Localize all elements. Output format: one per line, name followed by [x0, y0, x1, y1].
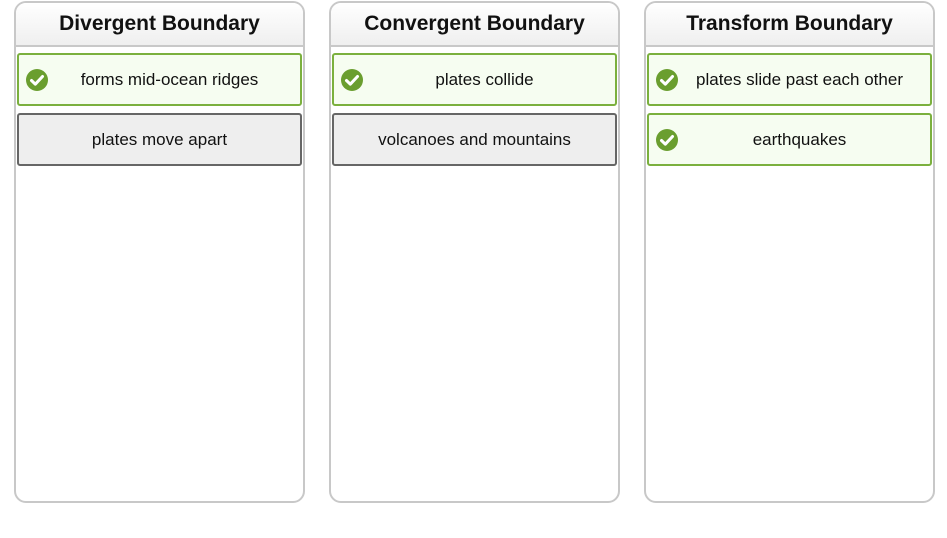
- item-label: plates slide past each other: [696, 69, 903, 89]
- item-label: volcanoes and mountains: [378, 129, 571, 149]
- item-label: plates collide: [435, 69, 534, 89]
- item-label: plates move apart: [91, 129, 228, 149]
- checkmark-circle-icon: [341, 68, 363, 91]
- item-list: forms mid-ocean ridges plates move apart: [16, 47, 303, 166]
- column-header: Divergent Boundary: [16, 3, 303, 47]
- column-header: Transform Boundary: [646, 3, 933, 47]
- column-header: Convergent Boundary: [331, 3, 618, 47]
- checkmark-circle-icon: [656, 128, 678, 151]
- drop-zone-convergent[interactable]: Convergent Boundary plates collide volca…: [329, 1, 620, 503]
- drag-item[interactable]: volcanoes and mountains: [332, 113, 617, 166]
- item-label: earthquakes: [752, 129, 847, 149]
- item-list: plates slide past each other earthquakes: [646, 47, 933, 166]
- item-label: forms mid-ocean ridges: [80, 69, 259, 89]
- drag-item-correct[interactable]: plates slide past each other: [647, 53, 932, 106]
- item-list: plates collide volcanoes and mountains: [331, 47, 618, 166]
- checkmark-circle-icon: [656, 68, 678, 91]
- checkmark-circle-icon: [26, 68, 48, 91]
- drag-item[interactable]: plates move apart: [17, 113, 302, 166]
- drag-item-correct[interactable]: forms mid-ocean ridges: [17, 53, 302, 106]
- drop-zone-transform[interactable]: Transform Boundary plates slide past eac…: [644, 1, 935, 503]
- drag-item-correct[interactable]: plates collide: [332, 53, 617, 106]
- drag-item-correct[interactable]: earthquakes: [647, 113, 932, 166]
- drop-zone-divergent[interactable]: Divergent Boundary forms mid-ocean ridge…: [14, 1, 305, 503]
